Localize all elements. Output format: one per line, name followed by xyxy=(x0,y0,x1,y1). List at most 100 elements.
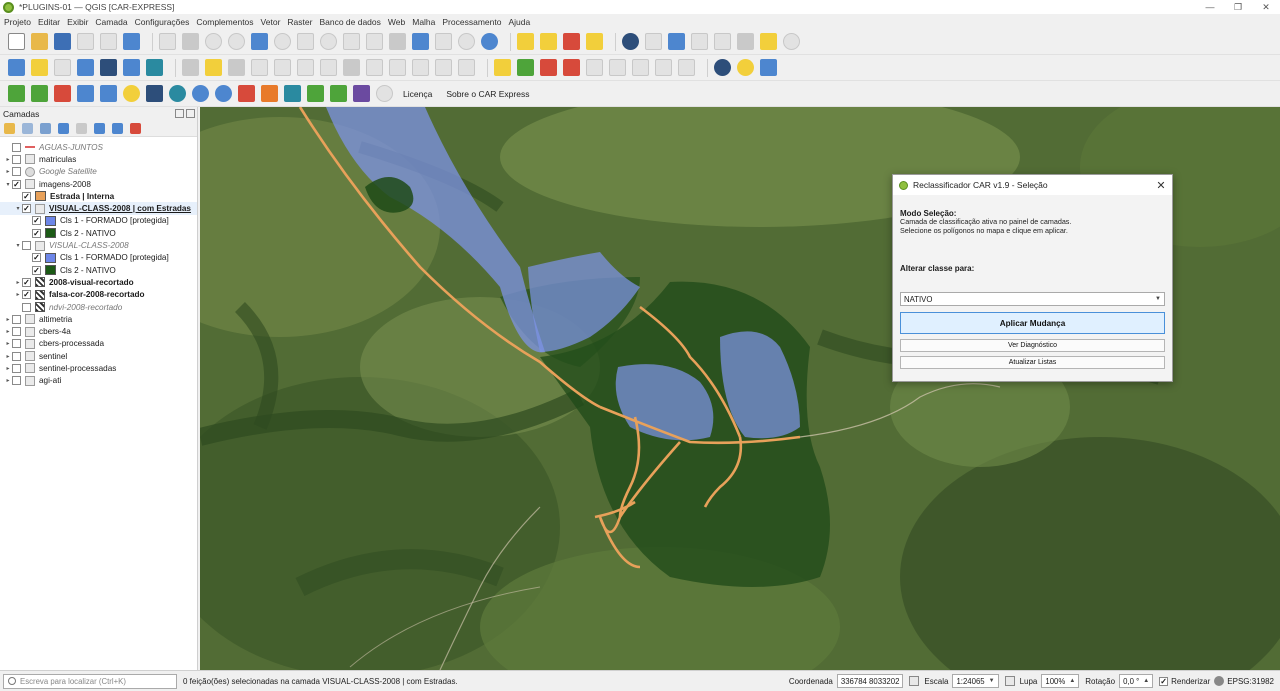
python-console-icon[interactable] xyxy=(737,59,754,76)
add-polygon-icon[interactable] xyxy=(274,59,291,76)
remove-layer-icon[interactable] xyxy=(130,122,141,134)
zoom-out-icon[interactable] xyxy=(228,33,245,50)
filter-expression-icon[interactable] xyxy=(76,122,87,134)
expand-arrow-icon[interactable]: ▾ xyxy=(14,242,22,249)
car-satellite-icon[interactable] xyxy=(146,85,163,102)
cut-features-icon[interactable] xyxy=(366,59,383,76)
menu-configuracoes[interactable]: Configurações xyxy=(135,17,190,27)
redo-icon[interactable] xyxy=(458,59,475,76)
car-globe-icon[interactable] xyxy=(169,85,186,102)
layer-visibility-checkbox[interactable]: ✓ xyxy=(22,191,31,201)
menu-editar[interactable]: Editar xyxy=(38,17,60,27)
layer-row[interactable]: ▸ cbers-4a xyxy=(0,325,197,337)
new-geopackage-icon[interactable] xyxy=(31,59,48,76)
menu-ajuda[interactable]: Ajuda xyxy=(508,17,530,27)
car-forest-icon[interactable] xyxy=(307,85,324,102)
class-select[interactable]: NATIVO ▼ xyxy=(900,292,1165,307)
locator-search[interactable]: Escreva para localizar (Ctrl+K) xyxy=(3,673,177,689)
menu-vetor[interactable]: Vetor xyxy=(261,17,281,27)
layer-row[interactable]: ▸ ✓ falsa-cor-2008-recortado xyxy=(0,289,197,301)
crs-button[interactable]: EPSG:31982 xyxy=(1214,676,1274,686)
deselect-features-icon[interactable] xyxy=(563,33,580,50)
menu-banco-de-dados[interactable]: Banco de dados xyxy=(319,17,380,27)
copy-features-icon[interactable] xyxy=(389,59,406,76)
layer-visibility-checkbox[interactable] xyxy=(22,302,31,312)
view-diagnostic-button[interactable]: Ver Diagnóstico xyxy=(900,339,1165,353)
layer-row[interactable]: ▸ sentinel-processadas xyxy=(0,362,197,374)
car-water-icon[interactable] xyxy=(215,85,232,102)
render-checkbox[interactable]: ✓ xyxy=(1159,676,1169,686)
expand-arrow-icon[interactable]: ▸ xyxy=(14,279,22,286)
expand-arrow-icon[interactable]: ▸ xyxy=(4,365,12,372)
layer-row[interactable]: ▸ cbers-processada xyxy=(0,338,197,350)
pan-hand-icon[interactable] xyxy=(159,33,176,50)
layer-visibility-checkbox[interactable]: ✓ xyxy=(22,277,31,287)
measure-line-icon[interactable] xyxy=(737,33,754,50)
menu-malha[interactable]: Malha xyxy=(412,17,435,27)
layer-row[interactable]: ✓ Cls 2 - NATIVO xyxy=(0,264,197,276)
expand-all-icon[interactable] xyxy=(94,122,105,134)
label-pin-icon[interactable] xyxy=(517,59,534,76)
open-project-icon[interactable] xyxy=(31,33,48,50)
identify-features-icon[interactable] xyxy=(622,33,639,50)
annotation-icon[interactable] xyxy=(783,33,800,50)
menu-web[interactable]: Web xyxy=(388,17,405,27)
select-by-value-icon[interactable] xyxy=(540,33,557,50)
zoom-in-icon[interactable] xyxy=(205,33,222,50)
new-map-view-icon[interactable] xyxy=(389,33,406,50)
layer-visibility-checkbox[interactable]: ✓ xyxy=(22,290,31,300)
select-features-icon[interactable] xyxy=(517,33,534,50)
new-project-icon[interactable] xyxy=(8,33,25,50)
filter-legend-icon[interactable] xyxy=(58,122,69,134)
menu-exibir[interactable]: Exibir xyxy=(67,17,88,27)
layer-visibility-checkbox[interactable]: ✓ xyxy=(32,265,41,275)
new-shapefile-icon[interactable] xyxy=(54,59,71,76)
licenca-button[interactable]: Licença xyxy=(403,89,432,99)
digitize-icon[interactable] xyxy=(251,59,268,76)
print-layout-icon[interactable] xyxy=(100,33,117,50)
layer-visibility-checkbox[interactable] xyxy=(12,339,21,349)
car-express-icon[interactable] xyxy=(8,85,25,102)
expand-arrow-icon[interactable]: ▾ xyxy=(14,205,22,212)
open-table-icon[interactable] xyxy=(714,33,731,50)
layer-visibility-checkbox[interactable] xyxy=(12,327,21,337)
layer-visibility-checkbox[interactable] xyxy=(12,314,21,324)
new-temp-layer-icon[interactable] xyxy=(77,59,94,76)
car-fire-icon[interactable] xyxy=(238,85,255,102)
car-settings-icon[interactable] xyxy=(77,85,94,102)
car-target-icon[interactable] xyxy=(376,85,393,102)
layer-visibility-checkbox[interactable] xyxy=(22,241,31,251)
refresh-icon[interactable] xyxy=(481,33,498,50)
menu-processamento[interactable]: Processamento xyxy=(442,17,501,27)
delete-selected-icon[interactable] xyxy=(343,59,360,76)
add-group-icon[interactable] xyxy=(22,122,33,134)
label-abc-icon[interactable] xyxy=(494,59,511,76)
current-edits-icon[interactable] xyxy=(182,59,199,76)
label-rotate-icon[interactable] xyxy=(563,59,580,76)
car-burn-icon[interactable] xyxy=(261,85,278,102)
callout-icon[interactable] xyxy=(678,59,695,76)
zoom-full-icon[interactable] xyxy=(251,33,268,50)
car-grid-icon[interactable] xyxy=(353,85,370,102)
lock-scale-icon[interactable] xyxy=(1004,676,1015,686)
layer-row[interactable]: ▸ agi-ati xyxy=(0,375,197,387)
layer-visibility-checkbox[interactable]: ✓ xyxy=(22,204,31,214)
save-as-icon[interactable] xyxy=(77,33,94,50)
layer-visibility-checkbox[interactable]: ✓ xyxy=(12,179,21,189)
layer-row[interactable]: ✓ Cls 1 - FORMADO [protegida] xyxy=(0,215,197,227)
expand-arrow-icon[interactable]: ▸ xyxy=(4,168,12,175)
map-tips-icon[interactable] xyxy=(760,33,777,50)
sobre-car-express-button[interactable]: Sobre o CAR Express xyxy=(446,89,529,99)
layer-row[interactable]: ✓ Cls 2 - NATIVO xyxy=(0,227,197,239)
car-search-icon[interactable] xyxy=(192,85,209,102)
maximize-button[interactable]: ❐ xyxy=(1224,2,1252,13)
expand-arrow-icon[interactable]: ▾ xyxy=(4,181,12,188)
toggle-extents-icon[interactable] xyxy=(909,676,920,686)
float-panel-button[interactable] xyxy=(175,109,184,118)
expand-arrow-icon[interactable]: ▸ xyxy=(4,328,12,335)
processing-toolbox-icon[interactable] xyxy=(714,59,731,76)
layer-row[interactable]: ▸ Google Satellite xyxy=(0,166,197,178)
expand-arrow-icon[interactable]: ▸ xyxy=(4,340,12,347)
layer-visibility-checkbox[interactable]: ✓ xyxy=(32,228,41,238)
settings-gear-icon[interactable] xyxy=(668,33,685,50)
